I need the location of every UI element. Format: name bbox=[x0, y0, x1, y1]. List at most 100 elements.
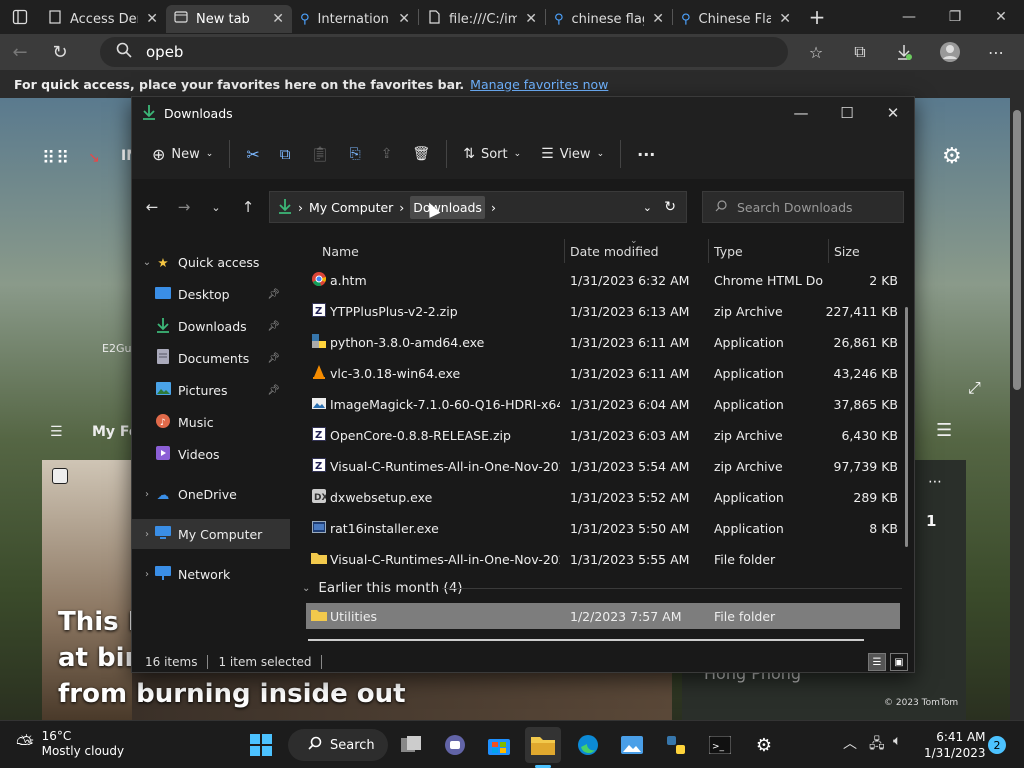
downloads-icon[interactable] bbox=[886, 34, 922, 70]
nav-network[interactable]: › Network bbox=[132, 559, 290, 589]
explorer-close-button[interactable]: ✕ bbox=[870, 97, 916, 129]
rename-button[interactable]: ⎘ bbox=[339, 136, 370, 172]
file-row[interactable]: vlc-3.0.18-win64.exe 1/31/2023 6:11 AM A… bbox=[306, 358, 900, 389]
file-row-selected[interactable]: Utilities 1/2/2023 7:57 AM File folder bbox=[306, 603, 900, 629]
file-row[interactable]: DX dxwebsetup.exe 1/31/2023 5:52 AM Appl… bbox=[306, 482, 900, 513]
delete-button[interactable]: 🗑︎ bbox=[402, 136, 440, 172]
chevron-down-icon[interactable]: ⌄ bbox=[302, 583, 310, 594]
network-tray-icon[interactable]: 🖧︎ bbox=[869, 733, 885, 757]
breadcrumb-my-computer[interactable]: My Computer bbox=[309, 200, 393, 215]
column-date-modified[interactable]: Date modified bbox=[570, 239, 659, 263]
python-app-icon[interactable] bbox=[658, 727, 694, 763]
nav-desktop[interactable]: Desktop 📌︎ bbox=[132, 279, 290, 309]
page-scrollbar[interactable] bbox=[1010, 98, 1024, 720]
tab-close-icon[interactable]: ✕ bbox=[146, 11, 158, 27]
collections-icon[interactable]: ⧉ bbox=[842, 34, 878, 70]
nav-documents[interactable]: Documents 📌︎ bbox=[132, 343, 290, 373]
teams-chat-icon[interactable] bbox=[437, 727, 473, 763]
restore-button[interactable]: ❐ bbox=[932, 0, 978, 34]
share-button[interactable]: ⇪ bbox=[371, 136, 403, 172]
cut-button[interactable]: ✂ bbox=[236, 136, 269, 172]
explorer-maximize-button[interactable]: ☐ bbox=[824, 97, 870, 129]
show-hidden-icons-chevron[interactable]: ︿ bbox=[843, 733, 857, 753]
tab-close-icon[interactable]: ✕ bbox=[272, 11, 284, 27]
tab-close-icon[interactable]: ✕ bbox=[652, 11, 664, 27]
address-bar[interactable]: opeb bbox=[100, 37, 788, 67]
tab-access-denied[interactable]: Access Den ✕ bbox=[40, 5, 166, 33]
path-history-chevron-icon[interactable]: ⌄ bbox=[643, 201, 652, 214]
settings-taskbar-icon[interactable]: ⚙ bbox=[746, 727, 782, 763]
notification-badge[interactable]: 2 bbox=[988, 736, 1006, 754]
search-downloads-input[interactable]: Search Downloads bbox=[702, 191, 904, 223]
file-row[interactable]: rat16installer.exe 1/31/2023 5:50 AM App… bbox=[306, 513, 900, 544]
nav-onedrive[interactable]: › ☁ OneDrive bbox=[132, 479, 290, 509]
breadcrumb-downloads[interactable]: Downloads bbox=[410, 195, 485, 219]
favorites-icon[interactable]: ☆ bbox=[798, 34, 834, 70]
chevron-down-icon[interactable]: ⌄ bbox=[140, 257, 154, 268]
file-explorer-taskbar-icon[interactable] bbox=[525, 727, 561, 763]
scrollbar-thumb[interactable] bbox=[1013, 110, 1021, 390]
tab-file[interactable]: file:///C:/im ✕ bbox=[419, 5, 545, 33]
details-view-icon[interactable]: ☰ bbox=[868, 653, 886, 671]
start-windows-icon[interactable] bbox=[243, 727, 279, 763]
tab-chinese-flag-2[interactable]: ⚲ Chinese Fla ✕ bbox=[673, 5, 799, 33]
column-type[interactable]: Type bbox=[714, 239, 743, 263]
volume-icon[interactable]: 🔈︎ bbox=[893, 733, 901, 749]
close-window-button[interactable]: ✕ bbox=[978, 0, 1024, 34]
tab-close-icon[interactable]: ✕ bbox=[525, 11, 537, 27]
refresh-icon[interactable]: ↻ bbox=[40, 34, 80, 70]
vertical-scrollbar[interactable] bbox=[905, 307, 908, 547]
address-breadcrumb[interactable]: › My Computer › Downloads › ⌄ ↻ bbox=[269, 191, 687, 223]
tab-close-icon[interactable]: ✕ bbox=[779, 11, 791, 27]
more-options-icon[interactable]: ⋯ bbox=[978, 34, 1014, 70]
file-row[interactable]: ImageMagick-7.1.0-60-Q16-HDRI-x64-dll...… bbox=[306, 389, 900, 420]
apps-grid-icon[interactable]: ⠿⠿ bbox=[42, 148, 70, 169]
see-more-button[interactable]: ··· bbox=[627, 136, 665, 172]
nav-pictures[interactable]: Pictures 📌︎ bbox=[132, 375, 290, 405]
nav-downloads[interactable]: Downloads 📌︎ bbox=[132, 311, 290, 341]
nav-quick-access[interactable]: ⌄ ★ Quick access bbox=[132, 247, 290, 277]
group-header-earlier[interactable]: ⌄ Earlier this month (4) bbox=[302, 577, 463, 599]
chevron-right-icon[interactable]: › bbox=[298, 200, 303, 215]
file-row[interactable]: Z OpenCore-0.8.8-RELEASE.zip 1/31/2023 6… bbox=[306, 420, 900, 451]
column-name[interactable]: Name bbox=[322, 239, 359, 263]
back-button[interactable]: ← bbox=[136, 192, 168, 222]
back-icon[interactable]: ← bbox=[0, 34, 40, 70]
taskbar-search[interactable]: Search bbox=[288, 729, 388, 761]
column-divider[interactable] bbox=[564, 239, 565, 263]
paste-button[interactable]: 📋︎ bbox=[300, 136, 339, 172]
tab-actions-icon[interactable] bbox=[0, 0, 40, 34]
chevron-right-icon[interactable]: › bbox=[140, 529, 154, 540]
view-button[interactable]: ☰ View ⌄ bbox=[531, 136, 614, 172]
expand-icon[interactable]: ⤢ bbox=[968, 378, 981, 398]
column-size[interactable]: Size bbox=[834, 239, 860, 263]
file-row[interactable]: python-3.8.0-amd64.exe 1/31/2023 6:11 AM… bbox=[306, 327, 900, 358]
horizontal-scrollbar[interactable] bbox=[308, 639, 864, 641]
settings-gear-icon[interactable]: ⚙ bbox=[942, 144, 962, 169]
tab-close-icon[interactable]: ✕ bbox=[398, 11, 410, 27]
clock[interactable]: 6:41 AM 1/31/2023 bbox=[924, 729, 986, 761]
file-row[interactable]: a.htm 1/31/2023 6:32 AM Chrome HTML Do..… bbox=[306, 265, 900, 296]
weather-widget[interactable]: ⛅︎ 16°C Mostly cloudy bbox=[16, 729, 124, 759]
photos-icon[interactable] bbox=[614, 727, 650, 763]
chevron-right-icon[interactable]: › bbox=[399, 200, 404, 215]
file-row[interactable]: Visual-C-Runtimes-All-in-One-Nov-2022 1/… bbox=[306, 544, 900, 575]
tab-new-tab[interactable]: New tab ✕ bbox=[166, 5, 292, 33]
layout-menu-icon[interactable]: ☰ bbox=[936, 420, 952, 441]
minimize-button[interactable]: — bbox=[886, 0, 932, 34]
new-tab-button[interactable]: + bbox=[799, 3, 835, 31]
file-row[interactable]: Z Visual-C-Runtimes-All-in-One-Nov-2022.… bbox=[306, 451, 900, 482]
chevron-right-icon[interactable]: › bbox=[491, 200, 496, 215]
recent-locations-button[interactable]: ⌄ bbox=[200, 192, 232, 222]
refresh-icon[interactable]: ↻ bbox=[664, 199, 676, 215]
card-more-icon[interactable]: ⋯ bbox=[928, 474, 942, 490]
task-view-icon[interactable] bbox=[394, 727, 430, 763]
nav-music[interactable]: ♪ Music bbox=[132, 407, 290, 437]
nav-videos[interactable]: Videos bbox=[132, 439, 290, 469]
chevron-right-icon[interactable]: › bbox=[140, 569, 154, 580]
copy-button[interactable]: ⧉ bbox=[270, 136, 301, 172]
profile-avatar-icon[interactable] bbox=[932, 34, 968, 70]
up-button[interactable]: ↑ bbox=[232, 192, 264, 222]
explorer-minimize-button[interactable]: — bbox=[778, 97, 824, 129]
terminal-icon[interactable]: >_ bbox=[702, 727, 738, 763]
